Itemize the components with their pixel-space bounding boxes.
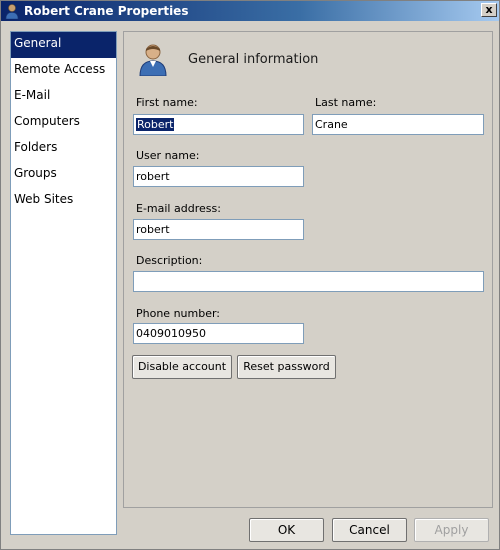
- last-name-label: Last name:: [315, 96, 377, 109]
- panel-header: General information: [138, 42, 319, 77]
- sidebar-item-general[interactable]: General: [11, 32, 116, 58]
- sidebar-item-groups[interactable]: Groups: [11, 162, 116, 188]
- disable-account-button[interactable]: Disable account: [132, 355, 232, 379]
- sidebar-item-computers[interactable]: Computers: [11, 110, 116, 136]
- email-field[interactable]: robert: [133, 219, 304, 240]
- description-label: Description:: [136, 254, 203, 267]
- user-icon: [4, 3, 20, 20]
- sidebar: General Remote Access E-Mail Computers F…: [10, 31, 117, 535]
- description-field[interactable]: [133, 271, 484, 292]
- sidebar-item-remote-access[interactable]: Remote Access: [11, 58, 116, 84]
- sidebar-item-folders[interactable]: Folders: [11, 136, 116, 162]
- close-button[interactable]: x: [481, 3, 497, 17]
- user-icon: [138, 42, 168, 77]
- last-name-field[interactable]: Crane: [312, 114, 484, 135]
- cancel-button[interactable]: Cancel: [332, 518, 407, 542]
- apply-button[interactable]: Apply: [414, 518, 489, 542]
- first-name-label: First name:: [136, 96, 198, 109]
- close-icon: x: [485, 3, 493, 16]
- panel-title: General information: [188, 51, 319, 67]
- reset-password-button[interactable]: Reset password: [237, 355, 336, 379]
- phone-field[interactable]: 0409010950: [133, 323, 304, 344]
- user-name-label: User name:: [136, 149, 200, 162]
- email-label: E-mail address:: [136, 202, 221, 215]
- user-name-field[interactable]: robert: [133, 166, 304, 187]
- ok-button[interactable]: OK: [249, 518, 324, 542]
- phone-label: Phone number:: [136, 307, 221, 320]
- general-panel: General information First name: Robert L…: [123, 31, 493, 508]
- window-title: Robert Crane Properties: [24, 4, 189, 18]
- properties-window: Robert Crane Properties x General Remote…: [0, 0, 500, 550]
- first-name-value: Robert: [136, 118, 175, 131]
- sidebar-item-email[interactable]: E-Mail: [11, 84, 116, 110]
- title-bar[interactable]: Robert Crane Properties x: [1, 1, 499, 21]
- sidebar-item-web-sites[interactable]: Web Sites: [11, 188, 116, 214]
- first-name-field[interactable]: Robert: [133, 114, 304, 135]
